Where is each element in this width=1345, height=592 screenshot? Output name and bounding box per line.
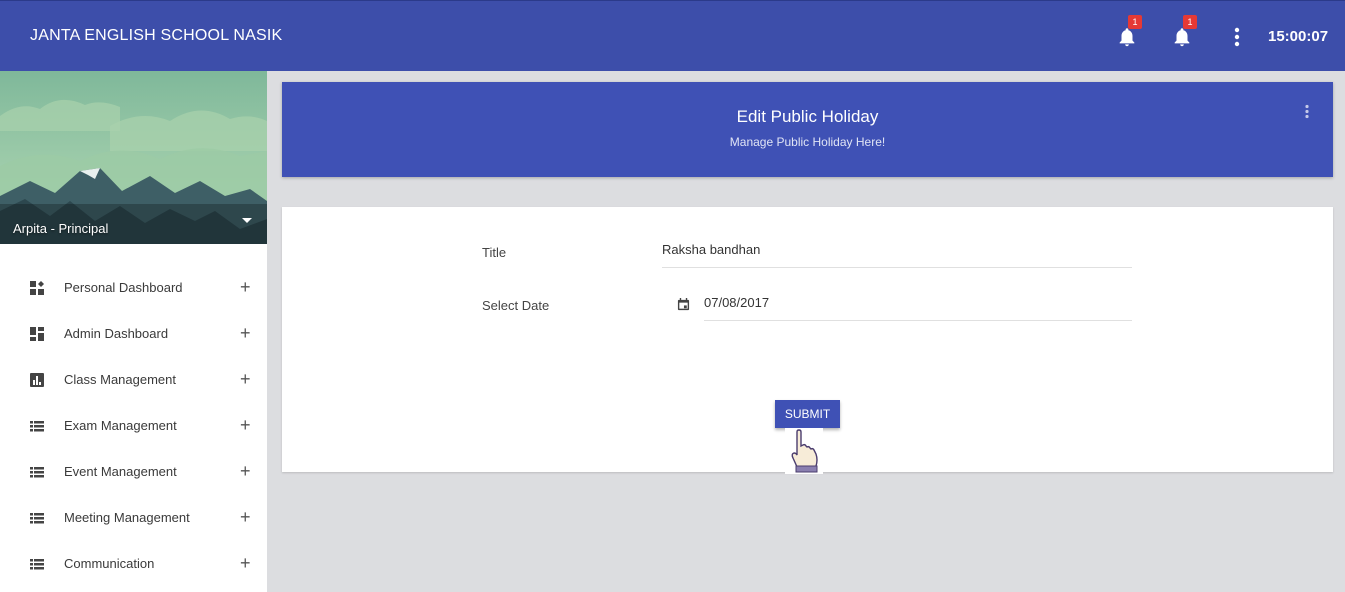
sidebar-item-personal-dashboard[interactable]: Personal Dashboard +	[0, 265, 267, 311]
profile-banner[interactable]: Arpita - Principal	[0, 71, 267, 244]
sidebar-menu: Personal Dashboard + Admin Dashboard + C…	[0, 265, 267, 587]
sidebar-item-label: Class Management	[64, 372, 176, 387]
sidebar-item-label: Personal Dashboard	[64, 280, 183, 295]
sidebar-item-label: Communication	[64, 556, 155, 571]
sidebar-item-label: Admin Dashboard	[64, 326, 169, 341]
sidebar-item-event-management[interactable]: Event Management +	[0, 449, 267, 495]
sidebar-item-class-management[interactable]: Class Management +	[0, 357, 267, 403]
date-input[interactable]	[704, 290, 1132, 321]
more-vert-icon[interactable]	[1303, 104, 1311, 120]
expand-plus-icon[interactable]: +	[240, 277, 251, 298]
sidebar-item-label: Exam Management	[64, 418, 177, 433]
expand-plus-icon[interactable]: +	[240, 369, 251, 390]
notification-bell-2[interactable]: 1	[1171, 15, 1197, 49]
sidebar-item-label: Meeting Management	[64, 510, 190, 525]
expand-plus-icon[interactable]: +	[240, 507, 251, 528]
dashboard-icon	[30, 327, 44, 341]
dashboard-customize-icon	[30, 281, 44, 295]
calendar-icon[interactable]	[677, 298, 690, 311]
page-subtitle: Manage Public Holiday Here!	[729, 135, 886, 149]
chart-icon	[30, 373, 44, 387]
list-icon	[30, 421, 44, 432]
hand-pointer-cursor-icon	[785, 428, 823, 474]
notification-bell-1[interactable]: 1	[1116, 15, 1142, 49]
chevron-down-icon[interactable]	[242, 218, 252, 223]
clock: 15:00:07	[1268, 28, 1329, 45]
mountain-background-image	[0, 71, 267, 244]
sidebar-item-label: Event Management	[64, 464, 177, 479]
more-vert-icon[interactable]	[1229, 27, 1245, 47]
select-date-label: Select Date	[482, 298, 550, 313]
notification-count-badge: 1	[1183, 15, 1197, 29]
list-icon	[30, 559, 44, 570]
expand-plus-icon[interactable]: +	[240, 415, 251, 436]
notification-count-badge: 1	[1128, 15, 1142, 29]
sidebar: Arpita - Principal Personal Dashboard + …	[0, 71, 267, 592]
title-label: Title	[482, 245, 507, 260]
top-app-bar: JANTA ENGLISH SCHOOL NASIK 1 1 15:00:07	[0, 0, 1345, 71]
page-title: Edit Public Holiday	[736, 107, 879, 126]
list-icon	[30, 467, 44, 478]
sidebar-item-meeting-management[interactable]: Meeting Management +	[0, 495, 267, 541]
page-header-card: Edit Public Holiday Manage Public Holida…	[282, 82, 1333, 177]
expand-plus-icon[interactable]: +	[240, 323, 251, 344]
profile-name: Arpita - Principal	[13, 221, 109, 236]
sidebar-item-communication[interactable]: Communication +	[0, 541, 267, 587]
expand-plus-icon[interactable]: +	[240, 553, 251, 574]
sidebar-item-exam-management[interactable]: Exam Management +	[0, 403, 267, 449]
list-icon	[30, 513, 44, 524]
title-input[interactable]	[662, 237, 1132, 268]
sidebar-item-admin-dashboard[interactable]: Admin Dashboard +	[0, 311, 267, 357]
app-title: JANTA ENGLISH SCHOOL NASIK	[30, 27, 283, 44]
submit-button[interactable]: SUBMIT	[775, 400, 840, 428]
expand-plus-icon[interactable]: +	[240, 461, 251, 482]
